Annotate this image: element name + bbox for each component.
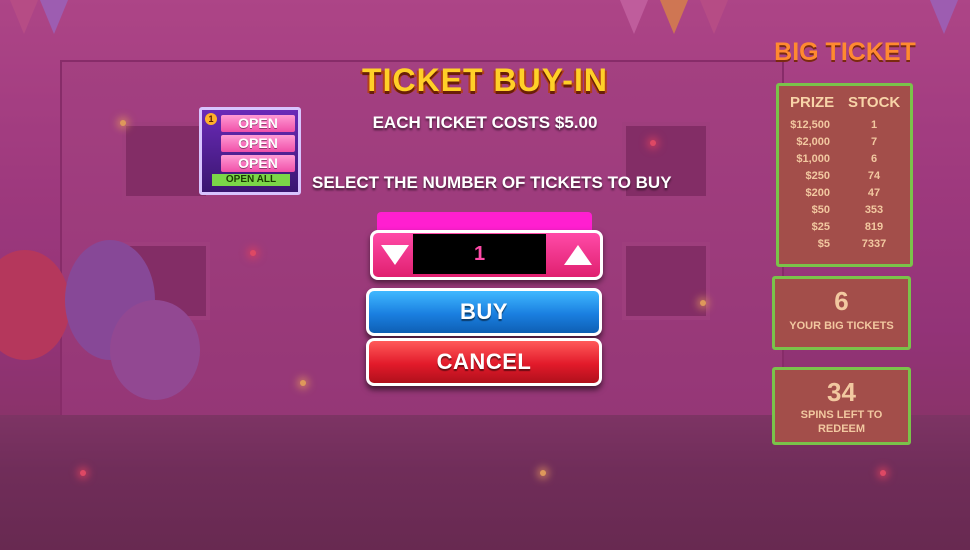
quantity-display: 1: [413, 234, 546, 274]
prize-column-header: PRIZE: [790, 94, 835, 111]
cancel-button[interactable]: CANCEL: [366, 338, 602, 386]
prize-value: $25: [811, 221, 830, 233]
your-big-tickets-box: 6 YOUR BIG TICKETS: [772, 276, 911, 350]
prize-value: $2,000: [796, 136, 830, 148]
stepper-header-bar: [377, 212, 592, 232]
spins-left-count: 34: [827, 377, 856, 407]
stock-value: 6: [870, 153, 878, 165]
increase-quantity-button[interactable]: [560, 237, 596, 273]
stock-value: 1: [870, 119, 878, 131]
spins-left-box: 34 SPINS LEFT TO REDEEM: [772, 367, 911, 445]
decrease-quantity-button[interactable]: [377, 237, 413, 273]
arrow-down-icon: [381, 245, 409, 265]
big-ticket-title: BIG TICKET: [774, 38, 916, 66]
buy-button[interactable]: BUY: [366, 288, 602, 336]
stock-value: 819: [864, 221, 884, 233]
open-button-3[interactable]: OPEN: [221, 155, 295, 172]
stock-value: 7337: [861, 238, 887, 250]
prize-value: $12,500: [790, 119, 830, 131]
open-button-2[interactable]: OPEN: [221, 135, 295, 152]
prize-stock-table: PRIZE STOCK $12,500 1 $2,000 7 $1,000 6 …: [776, 83, 913, 267]
stock-column-header: STOCK: [848, 94, 901, 111]
stock-value: 74: [867, 170, 881, 182]
open-all-button[interactable]: OPEN ALL: [212, 174, 290, 186]
big-tickets-label: YOUR BIG TICKETS: [789, 320, 894, 332]
stock-value: 7: [870, 136, 878, 148]
prize-value: $250: [805, 170, 830, 182]
spins-left-label: SPINS LEFT TO REDEEM: [800, 409, 883, 435]
big-tickets-count: 6: [834, 286, 849, 316]
select-instruction: SELECT THE NUMBER OF TICKETS TO BUY: [312, 173, 672, 192]
stock-value: 47: [867, 187, 881, 199]
prize-value: $200: [805, 187, 830, 199]
arrow-up-icon: [564, 245, 592, 265]
prize-value: $50: [811, 204, 830, 216]
prize-value: $5: [817, 238, 830, 250]
prize-value: $1,000: [796, 153, 830, 165]
stock-value: 353: [864, 204, 884, 216]
quantity-stepper: 1: [370, 230, 603, 280]
